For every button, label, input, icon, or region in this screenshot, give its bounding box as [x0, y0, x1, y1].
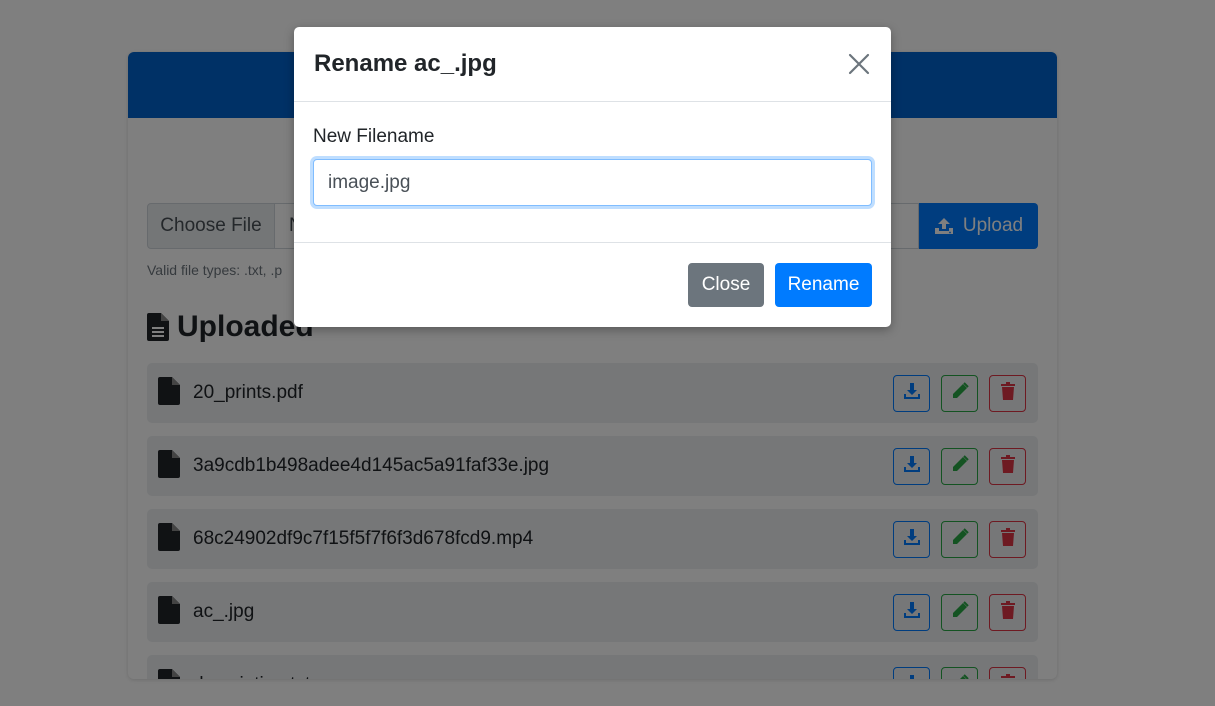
close-button[interactable]: Close — [688, 262, 764, 307]
new-filename-input[interactable] — [313, 159, 872, 206]
modal-header: Rename ac_.jpg — [294, 27, 891, 102]
new-filename-label: New Filename — [313, 126, 435, 147]
modal-title: Rename ac_.jpg — [314, 50, 497, 77]
modal-footer: Close Rename — [294, 243, 891, 326]
rename-button[interactable]: Rename — [775, 262, 872, 307]
modal-body: New Filename — [294, 102, 891, 243]
rename-modal: Rename ac_.jpg New Filename Close Rename — [294, 27, 891, 327]
close-icon[interactable] — [844, 49, 874, 79]
